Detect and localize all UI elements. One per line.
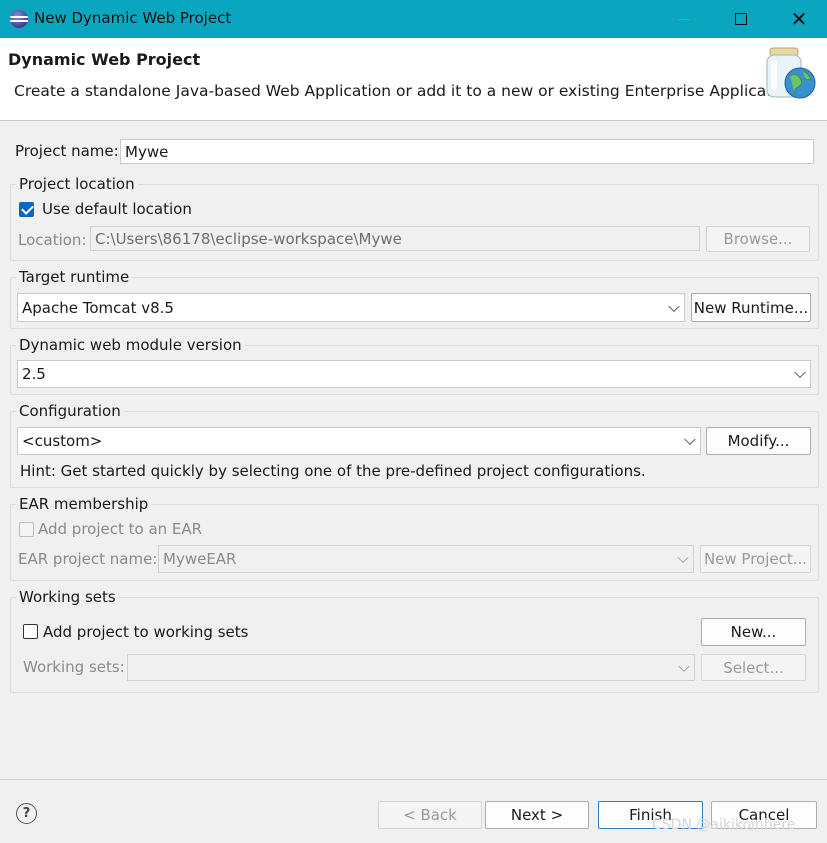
use-default-location-checkbox[interactable] [19,202,34,217]
watermark-text: CSDN @aikikoinhere [652,817,796,833]
select-working-sets-button[interactable]: Select... [701,654,806,681]
window-title: New Dynamic Web Project [34,9,232,27]
window-titlebar: New Dynamic Web Project ✕ [0,0,827,38]
close-icon: ✕ [790,7,808,31]
new-working-set-button[interactable]: New... [701,618,806,646]
maximize-icon [735,13,747,25]
configuration-value: <custom> [22,432,103,450]
web-project-banner-icon [766,47,816,99]
chevron-down-icon [677,551,689,564]
eclipse-icon [10,10,28,28]
wizard-title: Dynamic Web Project [8,50,201,69]
chevron-down-icon [684,433,696,446]
configuration-title: Configuration [16,402,124,420]
working-sets-title: Working sets [16,588,119,606]
module-version-title: Dynamic web module version [16,336,245,354]
footer-separator [0,779,827,780]
new-runtime-button[interactable]: New Runtime... [691,293,811,322]
add-to-working-sets-checkbox[interactable] [23,624,38,639]
add-to-ear-checkbox[interactable] [19,522,34,537]
project-name-input[interactable]: Mywe [120,139,814,164]
target-runtime-value: Apache Tomcat v8.5 [22,298,174,317]
new-ear-project-button[interactable]: New Project... [700,545,811,573]
add-to-working-sets-label: Add project to working sets [43,623,249,641]
browse-button[interactable]: Browse... [706,226,810,252]
wizard-description: Create a standalone Java-based Web Appli… [14,82,801,100]
chevron-down-icon [668,300,680,312]
next-button[interactable]: Next > [485,801,589,829]
working-sets-select[interactable] [127,654,695,681]
ear-project-name-label: EAR project name: [18,550,158,568]
working-sets-label: Working sets: [23,658,125,676]
target-runtime-select[interactable]: Apache Tomcat v8.5 [17,293,685,322]
project-location-title: Project location [16,175,138,193]
configuration-hint: Hint: Get started quickly by selecting o… [20,462,646,480]
back-button[interactable]: < Back [378,801,482,829]
target-runtime-title: Target runtime [16,268,133,286]
module-version-select[interactable]: 2.5 [17,360,811,388]
minimize-icon [678,18,690,20]
help-icon[interactable]: ? [16,803,37,824]
wizard-header: Dynamic Web Project Create a standalone … [0,38,827,121]
ear-project-name-select[interactable]: MyweEAR [158,545,694,573]
modify-button[interactable]: Modify... [706,427,811,455]
project-name-label: Project name: [15,142,119,160]
minimize-button[interactable] [661,0,707,38]
module-version-value: 2.5 [22,365,46,383]
maximize-button[interactable] [718,0,764,38]
chevron-down-icon [794,366,806,379]
use-default-location-label: Use default location [42,200,192,218]
location-label: Location: [18,231,87,249]
add-to-ear-label: Add project to an EAR [38,520,203,538]
close-button[interactable]: ✕ [776,0,822,38]
chevron-down-icon [678,660,690,672]
location-input[interactable]: C:\Users\86178\eclipse-workspace\Mywe [90,226,700,251]
ear-project-name-value: MyweEAR [163,550,237,568]
configuration-select[interactable]: <custom> [17,427,701,455]
ear-membership-title: EAR membership [16,495,152,513]
